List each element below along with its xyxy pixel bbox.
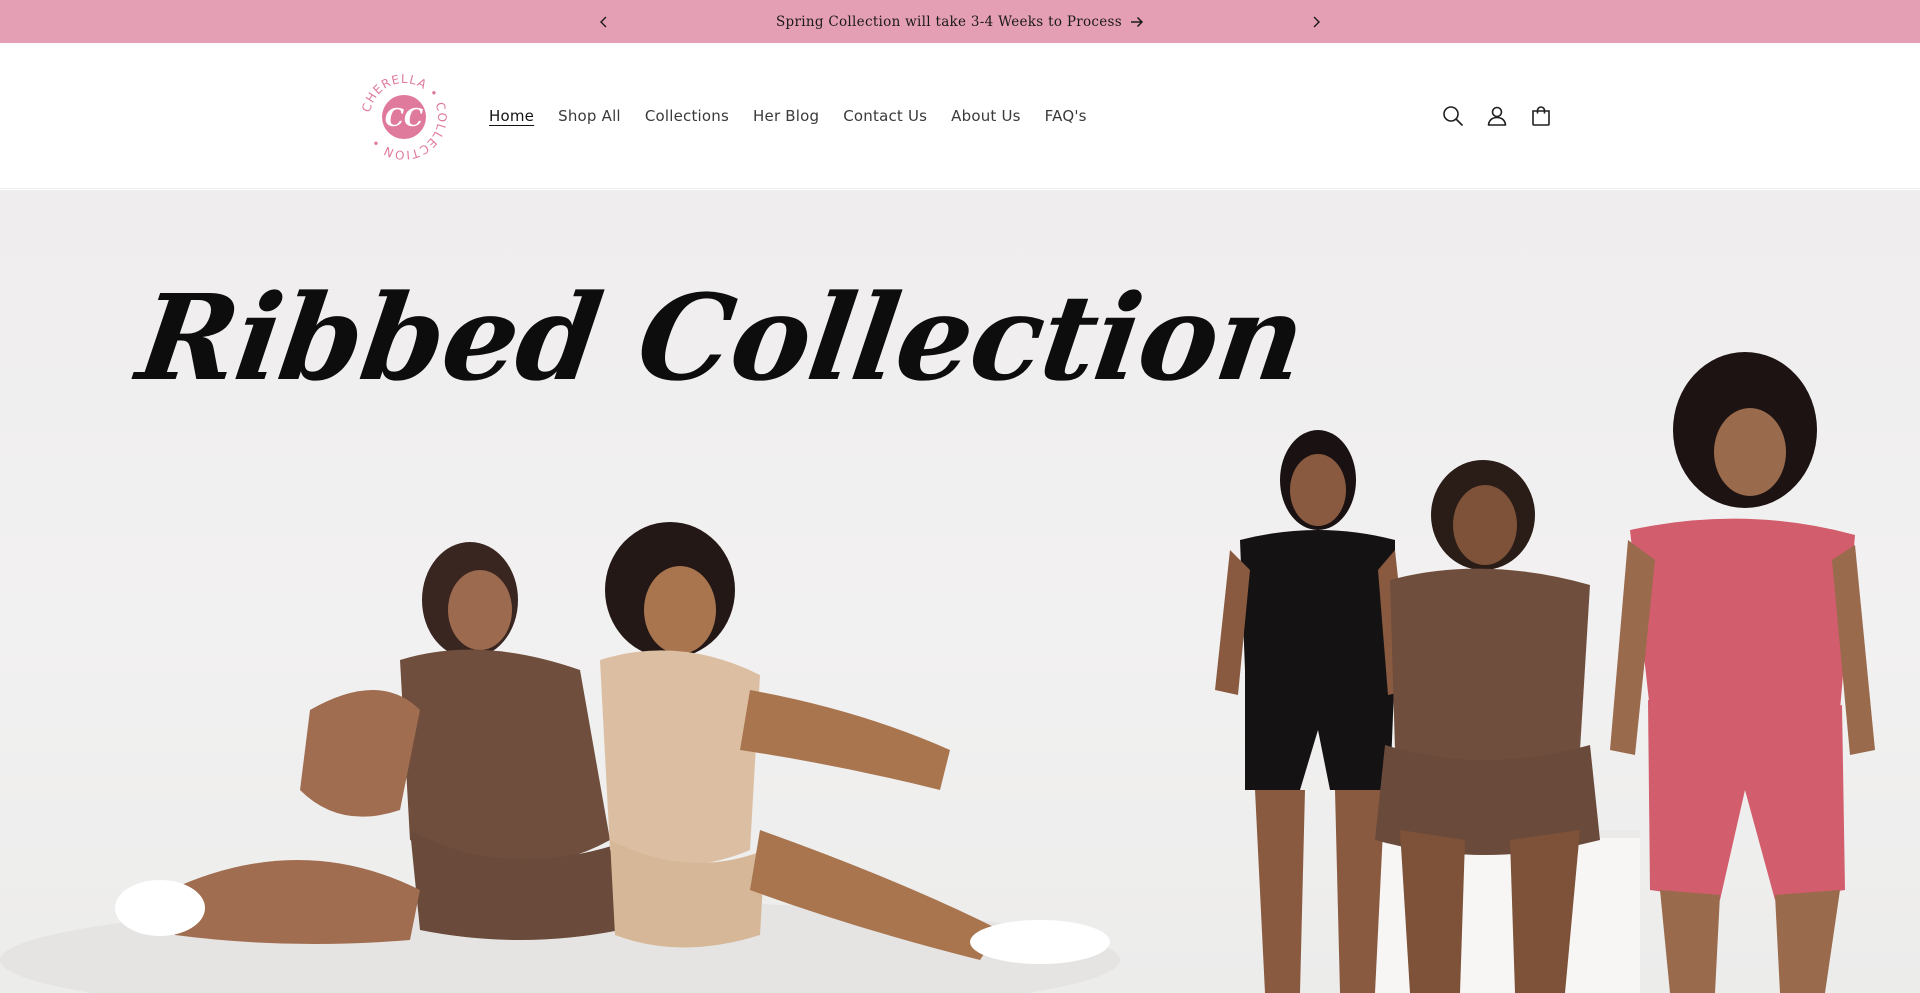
- announcement-next-button[interactable]: [1296, 0, 1336, 43]
- account-button[interactable]: [1484, 103, 1510, 129]
- svg-text:CC: CC: [385, 103, 423, 132]
- announcement-bar: Spring Collection will take 3-4 Weeks to…: [0, 0, 1920, 43]
- search-button[interactable]: [1440, 103, 1466, 129]
- nav-about-us[interactable]: About Us: [939, 107, 1033, 125]
- search-icon: [1443, 106, 1463, 126]
- chevron-left-icon: [600, 16, 607, 27]
- arrow-right-icon: [1131, 16, 1144, 27]
- site-header: CC CHERELLA • COLLECTION • Home Shop All…: [0, 43, 1920, 189]
- nav-shop-all[interactable]: Shop All: [546, 107, 633, 125]
- hero-title: Ribbed Collection: [130, 268, 1313, 407]
- account-icon: [1487, 106, 1507, 126]
- nav-her-blog[interactable]: Her Blog: [741, 107, 831, 125]
- announcement-text: Spring Collection will take 3-4 Weeks to…: [775, 13, 1123, 30]
- model-seated-tan: [600, 522, 1110, 964]
- nav-collections[interactable]: Collections: [633, 107, 741, 125]
- nav-home[interactable]: Home: [477, 107, 546, 125]
- chevron-right-icon: [1313, 16, 1320, 27]
- nav-contact-us[interactable]: Contact Us: [831, 107, 939, 125]
- hero-banner[interactable]: Ribbed Collection: [0, 190, 1920, 993]
- brand-logo[interactable]: CC CHERELLA • COLLECTION •: [358, 71, 450, 163]
- model-standing-pink: [1610, 352, 1875, 993]
- announcement-prev-button[interactable]: [584, 0, 624, 43]
- main-nav: Home Shop All Collections Her Blog Conta…: [477, 43, 1099, 189]
- cart-button[interactable]: [1528, 103, 1554, 129]
- header-actions: [1440, 43, 1554, 189]
- cart-icon: [1532, 106, 1550, 126]
- logo-graphic: CC CHERELLA • COLLECTION •: [359, 72, 448, 162]
- model-seated-brown: [115, 542, 620, 944]
- nav-faqs[interactable]: FAQ's: [1033, 107, 1099, 125]
- announcement-link[interactable]: Spring Collection will take 3-4 Weeks to…: [776, 14, 1144, 30]
